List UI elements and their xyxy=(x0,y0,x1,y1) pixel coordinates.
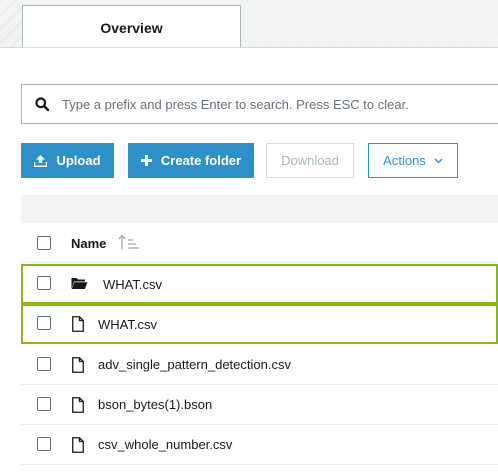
column-header-name[interactable]: Name xyxy=(71,236,106,251)
row-checkbox[interactable] xyxy=(37,357,51,371)
actions-dropdown-button[interactable]: Actions xyxy=(368,143,458,178)
table-row[interactable]: WHAT.csv xyxy=(21,264,498,304)
table-row[interactable]: bson_bytes(1).bson xyxy=(21,385,498,425)
create-folder-button[interactable]: Create folder xyxy=(128,143,254,178)
upload-button-label: Upload xyxy=(56,153,101,168)
row-checkbox[interactable] xyxy=(37,397,51,411)
actions-button-label: Actions xyxy=(383,153,426,168)
tab-overview[interactable]: Overview xyxy=(22,5,241,47)
download-button-label: Download xyxy=(281,153,339,168)
row-name[interactable]: adv_single_pattern_detection.csv xyxy=(98,357,291,372)
row-checkbox[interactable] xyxy=(37,316,51,330)
file-icon xyxy=(72,437,84,458)
table-row[interactable]: WHAT.csv xyxy=(21,304,498,344)
folder-open-icon xyxy=(71,277,88,295)
upload-button[interactable]: Upload xyxy=(21,143,114,178)
plus-icon xyxy=(140,155,152,166)
row-name[interactable]: WHAT.csv xyxy=(98,317,157,332)
download-button[interactable]: Download xyxy=(266,143,354,178)
table-row[interactable]: csv_whole_number.csv xyxy=(21,425,498,465)
tab-bar-background xyxy=(241,0,498,47)
select-all-checkbox[interactable] xyxy=(37,236,51,250)
tab-overview-label: Overview xyxy=(100,19,163,36)
row-checkbox[interactable] xyxy=(37,276,51,290)
file-icon xyxy=(72,357,84,378)
row-name[interactable]: csv_whole_number.csv xyxy=(98,437,232,452)
table-toolbar-strip xyxy=(21,195,498,223)
table-row[interactable]: adv_single_pattern_detection.csv xyxy=(21,345,498,385)
create-folder-button-label: Create folder xyxy=(160,153,242,168)
file-icon xyxy=(72,316,84,337)
chevron-down-icon xyxy=(434,158,443,164)
tab-bar: Overview xyxy=(0,0,498,48)
sort-ascending-icon[interactable] xyxy=(118,234,140,255)
row-checkbox[interactable] xyxy=(37,437,51,451)
search-input[interactable] xyxy=(62,96,498,112)
upload-icon xyxy=(34,154,48,167)
tab-bar-background xyxy=(0,0,22,47)
search-icon xyxy=(22,85,62,123)
table-header: Name xyxy=(21,223,498,263)
row-name[interactable]: WHAT.csv xyxy=(103,277,162,292)
search-box xyxy=(21,84,498,124)
file-icon xyxy=(72,397,84,418)
row-name[interactable]: bson_bytes(1).bson xyxy=(98,397,212,412)
